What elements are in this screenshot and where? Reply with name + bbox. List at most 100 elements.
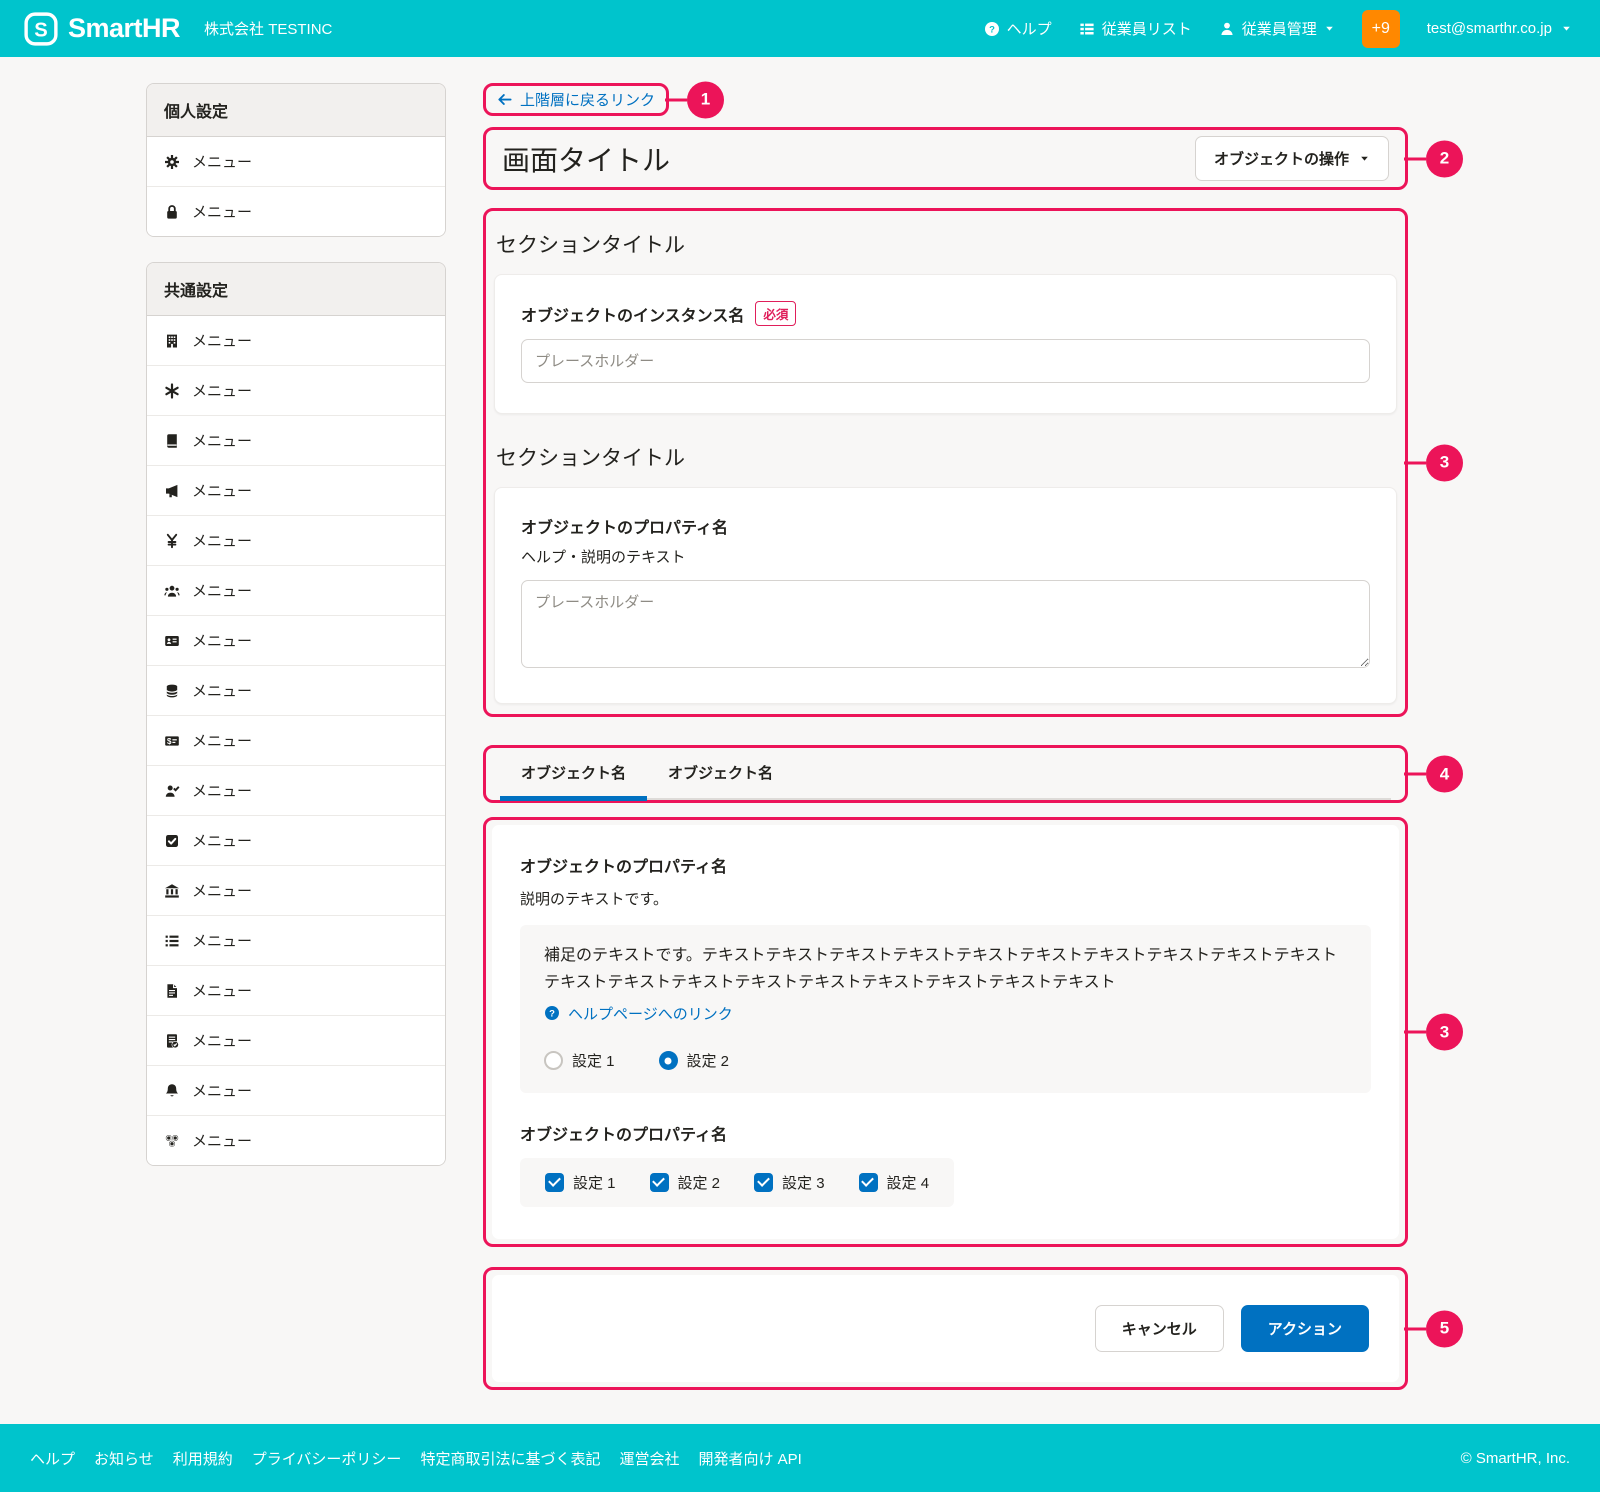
radio-option[interactable]: 設定 1 xyxy=(544,1050,615,1071)
sidebar-item[interactable]: メニュー xyxy=(147,316,445,366)
sidebar-item[interactable]: メニュー xyxy=(147,1116,445,1165)
svg-text:?: ? xyxy=(549,1009,555,1020)
checkbox-label: 設定 2 xyxy=(678,1172,721,1193)
account-menu[interactable]: test@smarthr.co.jp xyxy=(1427,20,1572,37)
sidebar-item-label: メニュー xyxy=(192,730,252,751)
page-title: 画面タイトル xyxy=(502,139,670,179)
checkbox-option[interactable]: 設定 1 xyxy=(545,1172,616,1193)
yen-icon xyxy=(164,533,180,549)
radio-unchecked-icon[interactable] xyxy=(544,1051,563,1070)
sidebar-item[interactable]: メニュー xyxy=(147,1066,445,1116)
footer-link[interactable]: ヘルプ xyxy=(30,1448,75,1469)
back-link[interactable]: 上階層に戻るリンク xyxy=(497,89,655,110)
sidebar-item[interactable]: メニュー xyxy=(147,566,445,616)
footer-link[interactable]: 利用規約 xyxy=(173,1448,233,1469)
section-title: セクションタイトル xyxy=(496,229,1395,259)
sidebar-item-label: メニュー xyxy=(192,1080,252,1101)
smarthr-logo[interactable]: S SmartHR 株式会社 TESTINC xyxy=(24,12,332,46)
sidebar-item-label: メニュー xyxy=(192,201,252,222)
checkbox-checked-icon[interactable] xyxy=(545,1173,564,1192)
sidebar-item[interactable]: メニュー xyxy=(147,816,445,866)
footer-link[interactable]: 特定商取引法に基づく表記 xyxy=(420,1448,600,1469)
sidebar-item[interactable]: メニュー xyxy=(147,416,445,466)
sidebar-item[interactable]: メニュー xyxy=(147,666,445,716)
instance-name-input[interactable] xyxy=(521,339,1370,383)
tab[interactable]: オブジェクト名 xyxy=(647,762,794,798)
header-nav-item[interactable]: ?ヘルプ xyxy=(984,18,1052,39)
panel-description: 説明のテキストです。 xyxy=(520,888,1371,909)
notification-count-badge[interactable]: +9 xyxy=(1362,10,1400,48)
sidebar-item[interactable]: メニュー xyxy=(147,766,445,816)
radio-checked-icon[interactable] xyxy=(659,1051,678,1070)
sidebar-item[interactable]: メニュー xyxy=(147,187,445,236)
app-header: S SmartHR 株式会社 TESTINC ?ヘルプ 従業員リスト 従業員管理 +… xyxy=(0,0,1600,57)
sidebar-item[interactable]: メニュー xyxy=(147,466,445,516)
smarthr-logo-icon: S xyxy=(24,12,58,46)
footer-link[interactable]: プライバシーポリシー xyxy=(252,1448,402,1469)
sidebar-item-label: メニュー xyxy=(192,830,252,851)
bell-icon xyxy=(164,1083,180,1099)
sidebar-item[interactable]: メニュー xyxy=(147,366,445,416)
checkbox-option[interactable]: 設定 4 xyxy=(859,1172,930,1193)
sidebar-item[interactable]: メニュー xyxy=(147,516,445,566)
sidebar-item-label: メニュー xyxy=(192,480,252,501)
help-page-link[interactable]: ? ヘルプページへのリンク xyxy=(544,1003,733,1024)
checkbox-option[interactable]: 設定 3 xyxy=(754,1172,825,1193)
sidebar-item[interactable]: メニュー xyxy=(147,866,445,916)
id-card-icon xyxy=(164,633,180,649)
sidebar-group: 共通設定メニューメニューメニューメニューメニューメニューメニューメニュー$メニュ… xyxy=(146,262,446,1166)
check-square-icon xyxy=(164,833,180,849)
object-actions-button[interactable]: オブジェクトの操作 xyxy=(1195,136,1389,181)
tab-active[interactable]: オブジェクト名 xyxy=(500,762,647,798)
cancel-button[interactable]: キャンセル xyxy=(1095,1305,1224,1352)
sidebar-item[interactable]: メニュー xyxy=(147,966,445,1016)
checkbox-option[interactable]: 設定 2 xyxy=(650,1172,721,1193)
header-nav-item[interactable]: 従業員管理 xyxy=(1219,18,1335,39)
header-nav-item[interactable]: 従業員リスト xyxy=(1079,18,1192,39)
sidebar-item[interactable]: $ メニュー xyxy=(147,716,445,766)
property-help-text: ヘルプ・説明のテキスト xyxy=(521,546,1370,567)
book-icon xyxy=(164,433,180,449)
svg-text:S: S xyxy=(34,19,47,41)
megaphone-icon xyxy=(164,483,180,499)
supplementary-note-box: 補足のテキストです。テキストテキストテキストテキストテキストテキストテキストテキ… xyxy=(520,925,1371,1093)
panel-property-label: オブジェクトのプロパティ名 xyxy=(520,853,727,877)
section-title: セクションタイトル xyxy=(496,442,1395,472)
annotation-circle-4: 4 xyxy=(1426,756,1463,793)
radio-label: 設定 2 xyxy=(687,1050,730,1071)
footer-link[interactable]: 開発者向け API xyxy=(698,1448,801,1469)
sidebar-item[interactable]: メニュー xyxy=(147,137,445,187)
action-button[interactable]: アクション xyxy=(1241,1305,1369,1352)
sidebar-item-label: メニュー xyxy=(192,1130,252,1151)
header-nav-label: 従業員管理 xyxy=(1242,18,1317,39)
help-page-link-label: ヘルプページへのリンク xyxy=(568,1003,733,1024)
radio-option[interactable]: 設定 2 xyxy=(659,1050,730,1071)
checkbox-checked-icon[interactable] xyxy=(650,1173,669,1192)
sidebar-item-label: メニュー xyxy=(192,780,252,801)
footer-links: ヘルプお知らせ利用規約プライバシーポリシー特定商取引法に基づく表記運営会社開発者… xyxy=(30,1448,802,1469)
checkbox-checked-icon[interactable] xyxy=(754,1173,773,1192)
help-circle-icon: ? xyxy=(984,21,1000,37)
gear-icon xyxy=(164,154,180,170)
sidebar-item[interactable]: メニュー xyxy=(147,916,445,966)
panel-property2-label: オブジェクトのプロパティ名 xyxy=(520,1121,727,1145)
action-bar: キャンセル アクション xyxy=(492,1275,1399,1382)
account-email: test@smarthr.co.jp xyxy=(1427,20,1552,37)
property-textarea[interactable] xyxy=(521,580,1370,668)
checkbox-group: 設定 1 設定 2 設定 3 設定 4 xyxy=(520,1158,954,1207)
checkbox-checked-icon[interactable] xyxy=(859,1173,878,1192)
annotation-box-tabs: オブジェクト名オブジェクト名 4 xyxy=(483,745,1408,803)
annotation-box-back-link: 上階層に戻るリンク 1 xyxy=(483,83,669,116)
chevron-down-icon xyxy=(1359,153,1370,164)
main-content: 上階層に戻るリンク 1 画面タイトル オブジェクトの操作 2 セクションタイトル… xyxy=(483,83,1408,1394)
sidebar-item[interactable]: メニュー xyxy=(147,616,445,666)
annotation-circle-3: 3 xyxy=(1426,444,1463,481)
money-check-icon: $ xyxy=(164,733,180,749)
footer-link[interactable]: お知らせ xyxy=(94,1448,154,1469)
annotation-circle-1: 1 xyxy=(687,81,724,118)
object-actions-label: オブジェクトの操作 xyxy=(1214,148,1349,169)
svg-text:?: ? xyxy=(989,24,995,35)
sidebar-item[interactable]: メニュー xyxy=(147,1016,445,1066)
footer-link[interactable]: 運営会社 xyxy=(619,1448,679,1469)
sidebar-group: 個人設定メニューメニュー xyxy=(146,83,446,237)
